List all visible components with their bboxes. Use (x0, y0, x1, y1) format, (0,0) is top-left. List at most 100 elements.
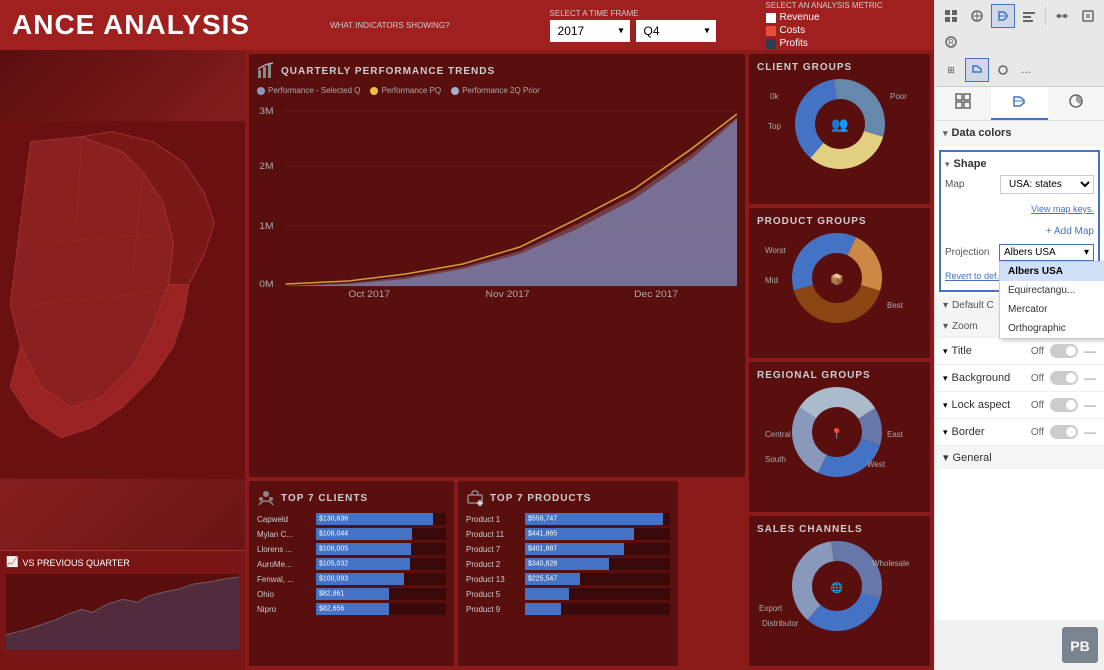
tab-analytics[interactable] (1048, 87, 1104, 120)
background-collapse[interactable]: ▾ Background (943, 372, 1010, 384)
svg-text:2M: 2M (259, 162, 273, 172)
toolbar-btn-paint[interactable] (991, 4, 1015, 28)
svg-text:East: East (887, 430, 904, 439)
svg-text:0k: 0k (770, 92, 779, 101)
clients-bars: Capweld $130,636 Mylan C... $108,044 Llo… (257, 513, 446, 615)
title-collapse[interactable]: ▾ Title (943, 345, 972, 357)
svg-text:👥: 👥 (831, 116, 848, 133)
svg-text:3M: 3M (259, 107, 273, 117)
costs-checkbox[interactable]: Costs (766, 25, 883, 36)
toolbar-btn-5[interactable] (1076, 4, 1100, 28)
toolbar-btn-6[interactable]: R (939, 30, 963, 54)
background-label: Background (952, 372, 1011, 384)
title-off-label: Off (1031, 346, 1044, 357)
page-title: ANCE ANALYSIS (12, 9, 250, 41)
toolbar-btn-3[interactable] (1017, 4, 1041, 28)
main-content: 📈 VS PREVIOUS QUARTER (0, 50, 934, 670)
data-colors-header[interactable]: ▾ Data colors (935, 121, 1104, 145)
svg-text:🌐: 🌐 (831, 581, 843, 594)
border-toggle-track[interactable] (1050, 425, 1078, 439)
profits-checkbox[interactable]: Profits (766, 38, 883, 49)
power-bi-logo: PB (1060, 625, 1100, 665)
profits-checkbox-box (766, 39, 776, 49)
year-dropdown[interactable]: 201720162015 (550, 20, 630, 42)
client-bar-6: Nipro $82,656 (257, 603, 446, 615)
option-mercator[interactable]: Mercator (1000, 300, 1104, 319)
tab-grid[interactable] (935, 87, 991, 120)
svg-text:Wholesale: Wholesale (872, 559, 910, 568)
border-collapse[interactable]: ▾ Border (943, 426, 985, 438)
view-map-keys[interactable]: View map keys. (945, 197, 1094, 219)
client-groups-chart: 👥 0k Poor Top (757, 79, 922, 169)
products-icon (466, 489, 484, 507)
lock-aspect-toggle-track[interactable] (1050, 398, 1078, 412)
toolbar-row2: ⊞ ... (939, 58, 1100, 82)
border-toggle-icon: — (1084, 425, 1096, 439)
background-toggle-thumb (1066, 373, 1076, 383)
quarterly-chart-svg: 3M 2M 1M 0M (257, 99, 737, 299)
svg-text:PB: PB (1070, 638, 1089, 654)
title-toggle-icon: — (1084, 344, 1096, 358)
projection-selected[interactable]: Albers USA ▾ (999, 244, 1094, 261)
product-bar-4: Product 13 $225,547 (466, 573, 670, 585)
zoom-chevron: ▾ (943, 321, 948, 332)
option-equirectangular[interactable]: Equirectangu... (1000, 281, 1104, 300)
header: ANCE ANALYSIS WHAT INDICATORS SHOWING? S… (0, 0, 934, 50)
revenue-checkbox[interactable]: Revenue (766, 12, 883, 23)
legend-item-selected: Performance - Selected Q (257, 86, 360, 95)
svg-text:Export: Export (759, 604, 783, 613)
more-dots: ... (1017, 58, 1035, 82)
background-chevron: ▾ (943, 373, 948, 384)
us-map (0, 50, 245, 550)
map-select[interactable]: USA: states USA: counties (1000, 175, 1094, 194)
question-label: WHAT INDICATORS SHOWING? (330, 21, 449, 30)
tab-paint[interactable] (991, 87, 1047, 120)
product-groups-chart: 📦 Worst Mid Best (757, 233, 922, 323)
chart-icon (257, 62, 275, 80)
border-section: ▾ Border Off — (935, 419, 1104, 446)
analysis-label: SELECT AN ANALYSIS METRIC (766, 1, 883, 10)
sales-channels-panel: SALES CHANNELS 🌐 Export Wholesale Distri… (749, 516, 930, 666)
vs-prev-section: 📈 VS PREVIOUS QUARTER (0, 550, 245, 670)
lock-aspect-label: Lock aspect (952, 399, 1011, 411)
lock-aspect-off-label: Off (1031, 400, 1044, 411)
shape-header[interactable]: ▾ Shape (945, 156, 1094, 172)
client-bar-1: Mylan C... $108,044 (257, 528, 446, 540)
chevron-icon: ▾ (943, 128, 948, 139)
add-map[interactable]: + Add Map (945, 219, 1094, 241)
title-section-label: Title (952, 345, 972, 357)
toolbar-btn-2[interactable] (965, 4, 989, 28)
option-albers-usa[interactable]: Albers USA (1000, 262, 1104, 281)
top-row: QUARTERLY PERFORMANCE TRENDS Performance… (249, 54, 745, 477)
product-groups-title: PRODUCT GROUPS (757, 216, 922, 227)
svg-text:West: West (867, 460, 886, 469)
toolbar-btn-4[interactable] (1050, 4, 1074, 28)
right-panels: CLIENT GROUPS 👥 0k Poor Top (749, 50, 934, 670)
client-bar-5: Ohio $82,861 (257, 588, 446, 600)
background-toggle-track[interactable] (1050, 371, 1078, 385)
time-frame-label: SELECT A TIME FRAME (550, 9, 716, 18)
title-toggle-track[interactable] (1050, 344, 1078, 358)
regional-donut: 📍 South East Central West (757, 387, 917, 477)
svg-text:Distributor: Distributor (762, 619, 799, 628)
toolbar-btn-1[interactable] (939, 4, 963, 28)
product-bar-0: Product 1 $559,747 (466, 513, 670, 525)
toolbar-btn-9[interactable] (991, 58, 1015, 82)
general-section[interactable]: ▾ General (935, 446, 1104, 469)
projection-options: Albers USA Equirectangu... Mercator Orth… (999, 261, 1104, 339)
projection-row: Projection Albers USA ▾ Albers USA Equir… (945, 241, 1094, 264)
toolbar-divider (1045, 6, 1046, 26)
border-toggle: Off — (1031, 425, 1096, 439)
dashboard: ANCE ANALYSIS WHAT INDICATORS SHOWING? S… (0, 0, 934, 670)
toolbar-btn-8[interactable] (965, 58, 989, 82)
projection-label: Projection (945, 244, 989, 258)
background-toggle: Off — (1031, 371, 1096, 385)
top7-clients-panel: TOP 7 CLIENTS Capweld $130,636 Mylan C..… (249, 481, 454, 666)
lock-aspect-toggle: Off — (1031, 398, 1096, 412)
toolbar-btn-7[interactable]: ⊞ (939, 58, 963, 82)
option-orthographic[interactable]: Orthographic (1000, 319, 1104, 338)
svg-text:Nov 2017: Nov 2017 (486, 290, 530, 299)
lock-aspect-collapse[interactable]: ▾ Lock aspect (943, 399, 1010, 411)
title-section: ▾ Title Off — (935, 338, 1104, 365)
quarter-dropdown[interactable]: Q4Q3Q2Q1 (636, 20, 716, 42)
